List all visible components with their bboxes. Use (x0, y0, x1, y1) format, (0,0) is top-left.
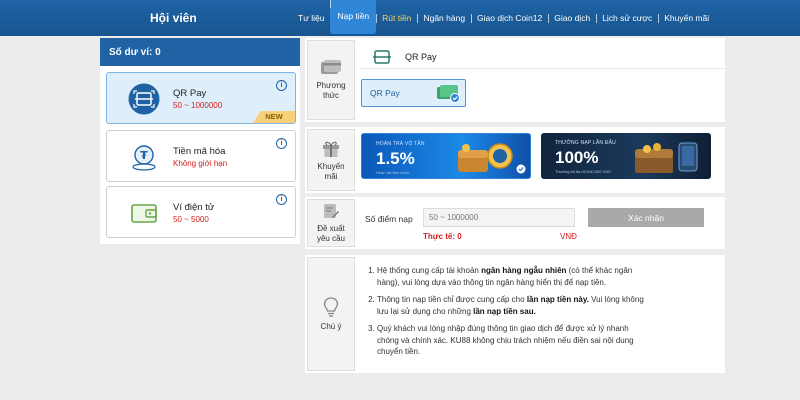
method-section: Phương thức QR Pay QR Pay (305, 38, 725, 122)
divider (361, 68, 725, 69)
note-text: Quý khách vui lòng nhập đúng thông tin g… (377, 324, 634, 356)
chest-coins-icon (458, 143, 513, 172)
method-option-qr-pay[interactable]: QR Pay (361, 79, 466, 107)
promotion-label-line1: Khuyến (317, 162, 345, 171)
deposit-label-line2: yêu cầu (316, 234, 346, 243)
card-check-icon (437, 85, 460, 103)
nav-rut-tien[interactable]: Rút tiền (376, 13, 417, 23)
payment-card-range: 50 ~ 5000 (173, 215, 209, 224)
selected-check-icon (516, 164, 526, 174)
payment-card-range: Không giới hạn (173, 159, 228, 168)
page-title: Hội viên (150, 11, 197, 25)
info-icon[interactable]: i (276, 80, 287, 91)
payment-card-qr-pay[interactable]: QR Pay 50 ~ 1000000 i NEW (106, 72, 296, 124)
crypto-coin-icon: ₮ (127, 141, 161, 173)
note-emphasis: lần nạp tiền này. (526, 295, 589, 304)
payment-card-e-wallet[interactable]: Ví điện tử 50 ~ 5000 i (106, 186, 296, 238)
notes-section: Chú ý Hệ thống cung cấp tài khoản ngân h… (305, 255, 725, 373)
main-nav: Tư liệu Nạp tiền Rút tiền Ngân hàng Giao… (292, 0, 715, 36)
nav-lich-su-cuoc[interactable]: Lịch sử cược (596, 13, 658, 23)
payment-card-range: 50 ~ 1000000 (173, 101, 223, 110)
gift-icon (323, 141, 339, 157)
nav-ngan-hang[interactable]: Ngân hàng (417, 13, 471, 23)
deposit-side-label: Đề xuất yêu cầu (307, 199, 355, 247)
nav-tu-lieu[interactable]: Tư liệu (292, 13, 330, 23)
promo-value: 1.5% (376, 149, 415, 168)
nav-nap-tien[interactable]: Nạp tiền (330, 0, 377, 34)
info-icon[interactable]: i (276, 138, 287, 149)
promotion-side-label: Khuyến mãi (307, 129, 355, 191)
svg-text:₮: ₮ (140, 149, 148, 162)
nav-khuyen-mai[interactable]: Khuyến mãi (658, 13, 715, 23)
promo-banner-first-deposit[interactable]: THƯỞNG NẠP LẦN ĐẦU 100% Thưởng tối đa 20… (541, 133, 711, 179)
method-side-label: Phương thức (307, 40, 355, 120)
wallet-icon (127, 197, 161, 229)
currency-label: VNĐ (560, 232, 577, 241)
nav-giao-dich[interactable]: Giao dịch (548, 13, 596, 23)
payment-card-name: Tiền mã hóa (173, 146, 226, 157)
info-icon[interactable]: i (276, 194, 287, 205)
note-item: Quý khách vui lòng nhập đúng thông tin g… (377, 323, 652, 358)
notes-side-label: Chú ý (307, 257, 355, 371)
note-item: Thông tin nạp tiền chỉ được cung cấp cho… (377, 294, 652, 317)
notes-list: Hệ thống cung cấp tài khoản ngân hàng ng… (367, 265, 652, 364)
edit-form-icon (324, 204, 339, 218)
promo-banner-cashback[interactable]: HOÀN TRẢ VÔ TẬN 1.5% Hoàn trả tiền cược (361, 133, 531, 179)
note-emphasis: lần nạp tiền sau. (473, 306, 536, 316)
payment-card-crypto[interactable]: ₮ Tiền mã hóa Không giới hạn i (106, 130, 296, 182)
method-label-line1: Phương (316, 81, 346, 90)
nav-giao-dich-coin12[interactable]: Giao dịch Coin12 (471, 13, 548, 23)
amount-input[interactable] (423, 208, 575, 227)
lightbulb-icon (323, 297, 339, 317)
note-emphasis: ngân hàng ngẫu nhiên (481, 266, 567, 275)
note-text: Thông tin nạp tiền chỉ được cung cấp cho (377, 295, 527, 304)
promo-sub: Thưởng tối đa 20,000,000 VND (555, 169, 612, 174)
wallet-balance: Số dư ví: 0 (100, 38, 300, 66)
qr-scan-icon (127, 83, 161, 115)
note-item: Hệ thống cung cấp tài khoản ngân hàng ng… (377, 265, 652, 288)
treasure-chest-icon (635, 142, 698, 173)
deposit-label-line1: Đề xuất (317, 224, 345, 233)
actual-amount: Thực tế: 0 (423, 232, 462, 241)
note-text: Hệ thống cung cấp tài khoản (377, 266, 482, 275)
promotion-section: Khuyến mãi HOÀN TRẢ VÔ TẬN 1.5% Hoàn trả… (305, 127, 725, 193)
payment-card-name: Ví điện tử (173, 202, 215, 213)
card-icon (321, 60, 341, 74)
top-navbar: Hội viên Tư liệu Nạp tiền Rút tiền Ngân … (0, 0, 800, 36)
deposit-request-section: Đề xuất yêu cầu Số điểm nạp Thực tế: 0 V… (305, 197, 725, 249)
method-option-label: QR Pay (370, 88, 400, 98)
new-badge: NEW (253, 111, 295, 123)
promo-tag: THƯỞNG NẠP LẦN ĐẦU (555, 140, 616, 146)
amount-label: Số điểm nạp (365, 214, 413, 224)
notes-label: Chú ý (320, 322, 342, 331)
promo-sub: Hoàn trả tiền cược (376, 170, 410, 175)
promotion-label-line2: mãi (324, 172, 338, 181)
promo-tag: HOÀN TRẢ VÔ TẬN (376, 141, 425, 147)
method-label-line2: thức (322, 91, 340, 100)
qr-scan-icon (373, 50, 391, 64)
payment-card-name: QR Pay (173, 88, 207, 99)
promo-value: 100% (555, 148, 599, 167)
confirm-button[interactable]: Xác nhận (588, 208, 704, 227)
method-title: QR Pay (405, 52, 437, 62)
